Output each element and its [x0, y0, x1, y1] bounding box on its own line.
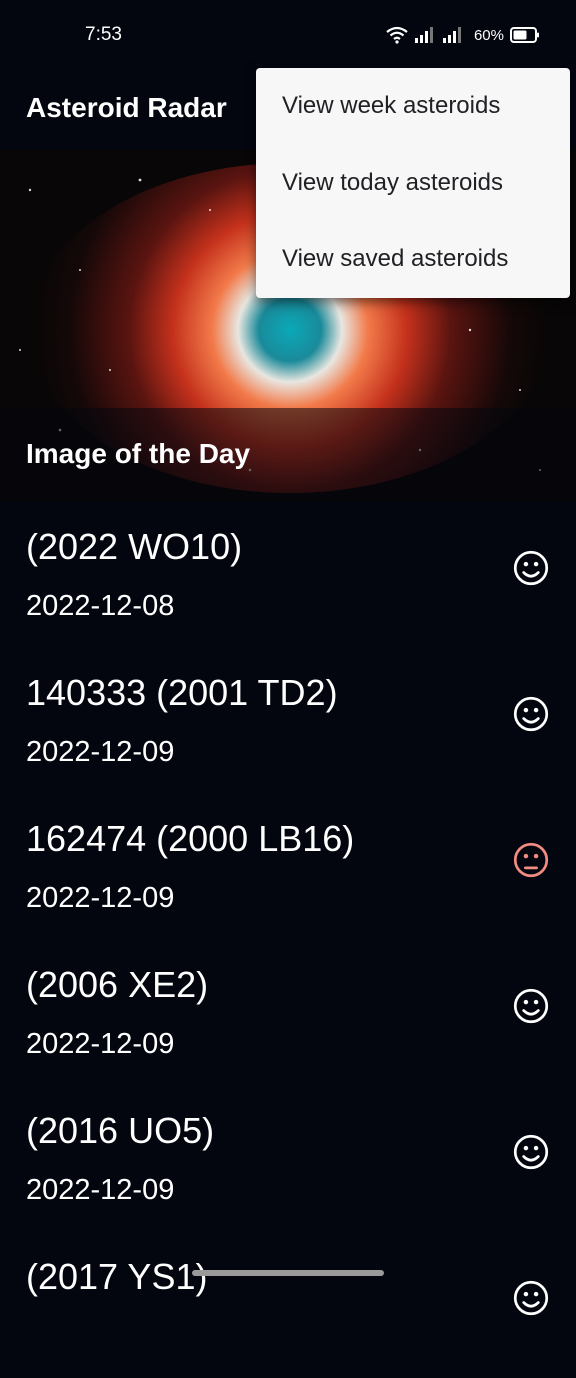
asteroid-name: 162474 (2000 LB16)	[26, 818, 355, 859]
neutral-face-icon	[513, 842, 549, 878]
asteroid-row[interactable]: 162474 (2000 LB16) 2022-12-09	[0, 794, 576, 940]
image-caption: Image of the Day	[26, 438, 251, 469]
battery-icon	[510, 27, 539, 43]
status-time: 7:53	[85, 24, 122, 45]
asteroid-date: 2022-12-09	[26, 736, 175, 768]
asteroid-date: 2022-12-09	[26, 882, 175, 914]
asteroid-row[interactable]: 140333 (2001 TD2) 2022-12-09	[0, 648, 576, 794]
app-title: Asteroid Radar	[26, 92, 227, 123]
smiley-face-icon	[513, 1280, 549, 1316]
asteroid-row[interactable]: (2006 XE2) 2022-12-09	[0, 940, 576, 1086]
wifi-icon	[386, 26, 408, 44]
asteroid-date: 2022-12-09	[26, 1174, 175, 1206]
smiley-face-icon	[513, 696, 549, 732]
battery-percent: 60%	[473, 26, 504, 44]
smiley-face-icon	[513, 1134, 549, 1170]
asteroid-row[interactable]: (2022 WO10) 2022-12-08	[0, 502, 576, 648]
asteroid-name: (2022 WO10)	[26, 526, 243, 567]
asteroid-row[interactable]: (2016 UO5) 2022-12-09	[0, 1086, 576, 1232]
asteroid-row[interactable]: (2017 YS1)	[0, 1232, 576, 1378]
asteroid-name: 140333 (2001 TD2)	[26, 672, 338, 713]
overflow-menu: View week asteroids View today asteroids…	[256, 68, 570, 298]
asteroid-name: (2006 XE2)	[26, 964, 209, 1005]
home-indicator[interactable]	[192, 1270, 384, 1276]
menu-item-saved[interactable]: View saved asteroids	[256, 221, 570, 298]
smiley-face-icon	[513, 550, 549, 586]
asteroid-date: 2022-12-08	[26, 590, 175, 622]
status-icons: 60%	[386, 26, 540, 44]
menu-item-today[interactable]: View today asteroids	[256, 145, 570, 222]
asteroid-date: 2022-12-09	[26, 1028, 175, 1060]
asteroid-name: (2017 YS1)	[26, 1256, 208, 1297]
asteroid-list[interactable]: (2022 WO10) 2022-12-08 140333 (2001 TD2) 20…	[0, 502, 576, 1378]
signal-icon	[414, 27, 433, 43]
status-bar: 7:53 60%	[0, 0, 576, 70]
signal-icon-2	[442, 27, 461, 43]
asteroid-name: (2016 UO5)	[26, 1110, 215, 1151]
menu-item-week[interactable]: View week asteroids	[256, 68, 570, 145]
smiley-face-icon	[513, 988, 549, 1024]
